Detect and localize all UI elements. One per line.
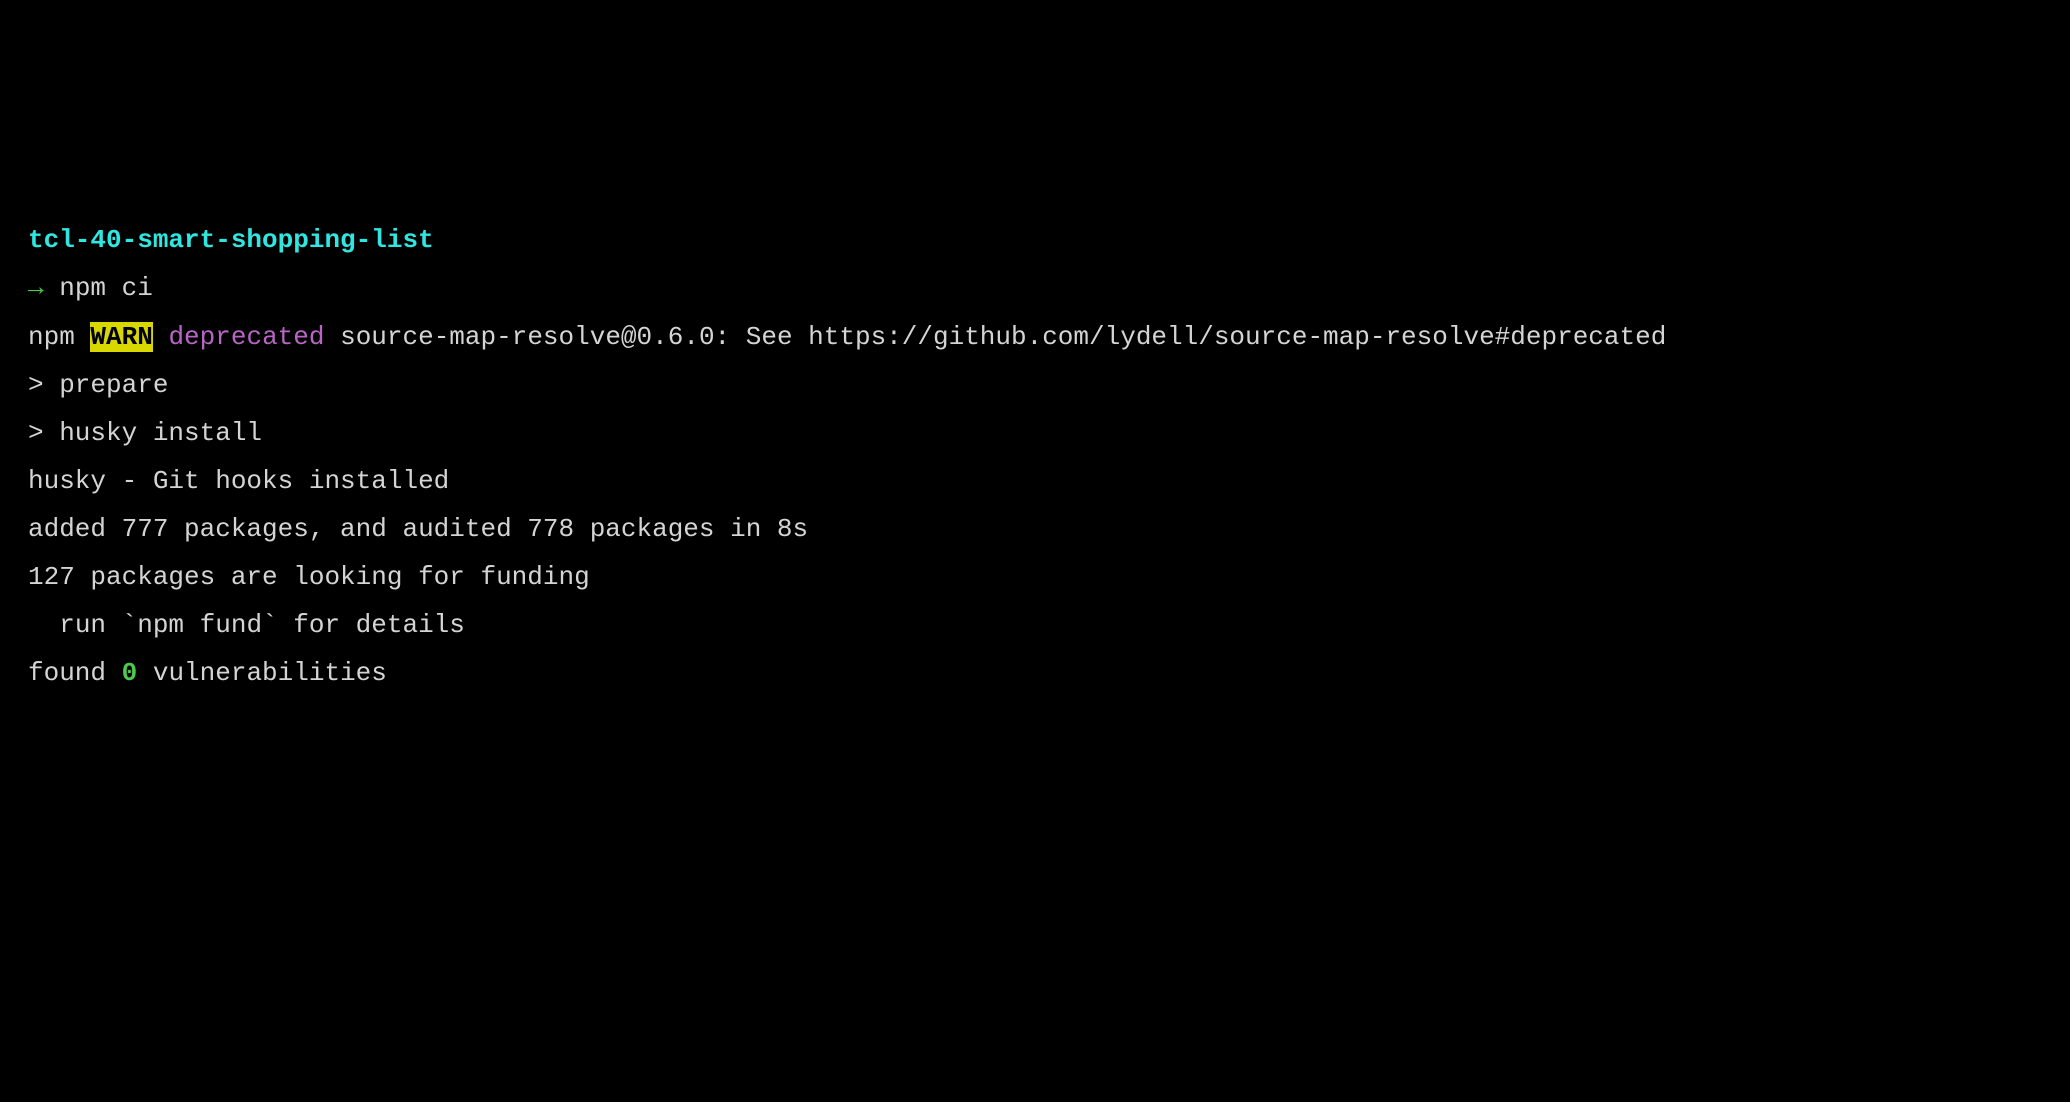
warn-badge: WARN bbox=[90, 322, 152, 352]
funding-line-1: 127 packages are looking for funding bbox=[28, 553, 2042, 601]
vuln-count: 0 bbox=[122, 658, 138, 688]
prepare-line: > prepare bbox=[28, 361, 2042, 409]
found-prefix: found bbox=[28, 658, 122, 688]
directory-name: tcl-40-smart-shopping-list bbox=[28, 225, 434, 255]
deprecated-label: deprecated bbox=[168, 322, 324, 352]
husky-install-line: > husky install bbox=[28, 409, 2042, 457]
prompt-arrow-icon: → bbox=[28, 273, 59, 303]
npm-warn-line: npm WARN deprecated source-map-resolve@0… bbox=[28, 313, 2042, 361]
added-packages-line: added 777 packages, and audited 778 pack… bbox=[28, 505, 2042, 553]
npm-prefix: npm bbox=[28, 322, 90, 352]
deprecated-message: source-map-resolve@0.6.0: See https://gi… bbox=[324, 322, 1666, 352]
terminal-output: tcl-40-smart-shopping-list → npm ci npm WA… bbox=[28, 216, 2042, 697]
found-suffix: vulnerabilities bbox=[137, 658, 387, 688]
funding-line-2: run `npm fund` for details bbox=[28, 601, 2042, 649]
command-text: npm ci bbox=[59, 273, 153, 303]
husky-message: husky - Git hooks installed bbox=[28, 457, 2042, 505]
vulnerabilities-line: found 0 vulnerabilities bbox=[28, 649, 2042, 697]
